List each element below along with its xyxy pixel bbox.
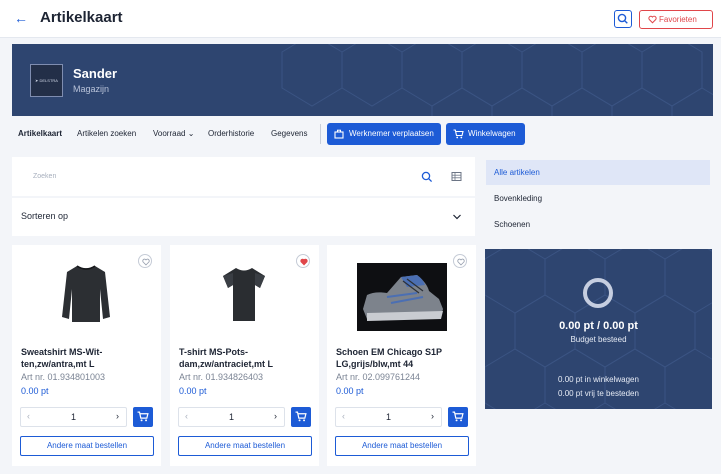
product-price: 0.00 pt <box>179 386 207 396</box>
quantity-stepper: ‹ 1 › <box>20 407 127 427</box>
increase-button[interactable]: › <box>274 411 277 421</box>
add-to-cart-button[interactable] <box>291 407 311 427</box>
cart-icon <box>452 411 464 422</box>
page-title: Artikelkaart <box>40 9 123 26</box>
user-role: Magazijn <box>73 84 110 94</box>
category-shoes[interactable]: Schoenen <box>486 212 710 237</box>
cart-icon <box>295 411 307 422</box>
favorites-label: Favorieten <box>659 15 697 24</box>
product-name: Schoen EM Chicago S1P LG,grijs/blw,mt 44 <box>336 347 442 369</box>
top-bar: ← Artikelkaart Favorieten <box>0 0 721 38</box>
budget-panel: 0.00 pt / 0.00 pt Budget besteed 0.00 pt… <box>485 249 712 409</box>
product-name: T-shirt MS-Pots-dam,zw/antraciet,mt L <box>179 347 274 369</box>
category-outerwear[interactable]: Bovenkleding <box>486 186 710 211</box>
nav-item-voorraad[interactable]: Voorraad ⌄ <box>153 129 194 138</box>
nav-item-orderhistorie[interactable]: Orderhistorie <box>208 129 254 138</box>
cart-icon <box>453 129 464 139</box>
heart-icon <box>648 15 657 24</box>
product-name: Sweatshirt MS-Wit-ten,zw/antra,mt L <box>21 347 103 369</box>
favorite-toggle[interactable] <box>453 254 467 268</box>
shopping-cart-label: Winkelwagen <box>468 129 516 138</box>
order-other-size-button[interactable]: Andere maat bestellen <box>20 436 154 456</box>
chevron-down-icon <box>453 214 461 220</box>
heart-icon <box>457 258 465 266</box>
favorite-toggle[interactable] <box>296 254 310 268</box>
chevron-down-icon: ⌄ <box>187 129 195 138</box>
nav-item-gegevens[interactable]: Gegevens <box>271 129 307 138</box>
product-article-number: Art nr. 01.934801003 <box>21 372 106 382</box>
quantity-stepper: ‹ 1 › <box>335 407 442 427</box>
briefcase-icon <box>334 129 344 139</box>
nav-divider <box>320 124 321 144</box>
favorites-button[interactable]: Favorieten <box>639 10 713 29</box>
user-name: Sander <box>73 66 118 81</box>
main-navigation: Artikelkaart Artikelen zoeken Voorraad ⌄… <box>12 123 712 147</box>
product-article-number: Art nr. 01.934826403 <box>179 372 264 382</box>
nav-item-artikelkaart[interactable]: Artikelkaart <box>18 129 62 138</box>
order-other-size-button[interactable]: Andere maat bestellen <box>178 436 312 456</box>
decrease-button[interactable]: ‹ <box>342 411 345 421</box>
quantity-value[interactable]: 1 <box>376 412 401 422</box>
product-price: 0.00 pt <box>21 386 49 396</box>
search-input[interactable]: Zoeken <box>33 173 56 180</box>
category-all-articles[interactable]: Alle artikelen <box>486 160 710 185</box>
move-employee-button[interactable]: Werknemer verplaatsen <box>327 123 441 145</box>
increase-button[interactable]: › <box>431 411 434 421</box>
grid-view-icon[interactable] <box>451 171 462 182</box>
move-employee-label: Werknemer verplaatsen <box>349 129 434 138</box>
tshirt-image <box>223 268 265 321</box>
add-to-cart-button[interactable] <box>448 407 468 427</box>
budget-remaining: 0.00 pt vrij te besteden <box>558 389 639 398</box>
nav-item-voorraad-label: Voorraad <box>153 129 186 138</box>
favorite-toggle[interactable] <box>138 254 152 268</box>
product-article-number: Art nr. 02.099761244 <box>336 372 421 382</box>
search-button[interactable] <box>614 10 632 28</box>
hexagon-pattern <box>281 44 713 116</box>
quantity-value[interactable]: 1 <box>61 412 86 422</box>
increase-button[interactable]: › <box>116 411 119 421</box>
cart-icon <box>137 411 149 422</box>
heart-filled-icon <box>300 258 308 266</box>
heart-icon <box>142 258 150 266</box>
budget-in-cart: 0.00 pt in winkelwagen <box>558 375 639 384</box>
add-to-cart-button[interactable] <box>133 407 153 427</box>
user-banner: ➤ DELSTRA Sander Magazijn <box>12 44 713 116</box>
search-icon <box>617 13 628 24</box>
shoe-image <box>357 263 447 331</box>
nav-item-artikelen-zoeken[interactable]: Artikelen zoeken <box>77 129 136 138</box>
company-logo: ➤ DELSTRA <box>30 64 63 97</box>
decrease-button[interactable]: ‹ <box>27 411 30 421</box>
back-arrow-icon[interactable]: ← <box>12 9 30 27</box>
order-other-size-button[interactable]: Andere maat bestellen <box>335 436 469 456</box>
category-list: Alle artikelen Bovenkleding Schoenen <box>486 160 712 238</box>
shopping-cart-button[interactable]: Winkelwagen <box>446 123 525 145</box>
budget-amount: 0.00 pt / 0.00 pt <box>559 320 638 332</box>
sort-label: Sorteren op <box>21 211 69 221</box>
product-card: T-shirt MS-Pots-dam,zw/antraciet,mt L Ar… <box>170 245 319 466</box>
quantity-stepper: ‹ 1 › <box>178 407 285 427</box>
decrease-button[interactable]: ‹ <box>185 411 188 421</box>
sort-dropdown[interactable]: Sorteren op <box>12 198 475 236</box>
product-card: Sweatshirt MS-Wit-ten,zw/antra,mt L Art … <box>12 245 161 466</box>
budget-label: Budget besteed <box>570 335 627 344</box>
quantity-value[interactable]: 1 <box>219 412 244 422</box>
budget-progress-ring <box>583 278 613 308</box>
sweatshirt-image <box>62 265 110 322</box>
product-price: 0.00 pt <box>336 386 364 396</box>
search-icon[interactable] <box>421 171 433 183</box>
product-card: Schoen EM Chicago S1P LG,grijs/blw,mt 44… <box>327 245 476 466</box>
search-bar: Zoeken <box>12 157 475 196</box>
